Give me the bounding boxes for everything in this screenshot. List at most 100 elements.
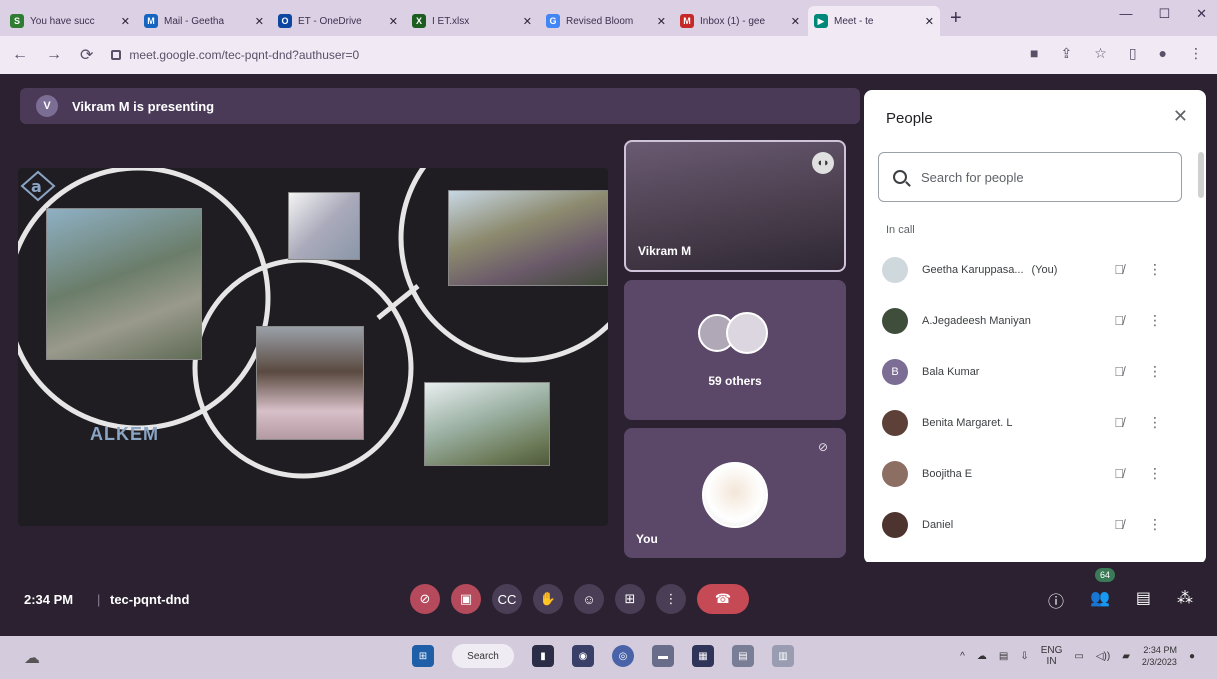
search-icon	[893, 170, 907, 184]
present-screen-button[interactable]: ⊞	[615, 584, 645, 614]
folder-icon[interactable]: ▬	[652, 645, 674, 667]
meet-stage: V Vikram M is presenting a ALKEM ◖◗ Vikr…	[0, 74, 1217, 636]
camera-icon[interactable]: ■	[1030, 45, 1038, 62]
chrome-icon[interactable]: ◎	[612, 645, 634, 667]
presenting-banner: V Vikram M is presenting	[20, 88, 860, 124]
participant-more-icon[interactable]: ⋮	[1148, 516, 1162, 533]
tab-label: Revised Bloom	[566, 15, 634, 27]
more-options-button[interactable]: ⋮	[656, 584, 686, 614]
language-indicator[interactable]: ENG IN	[1041, 645, 1063, 667]
svg-text:a: a	[31, 177, 42, 196]
close-icon[interactable]: ✕	[1173, 106, 1188, 127]
tab-close-icon[interactable]: ✕	[255, 15, 264, 28]
tray-app-icon[interactable]: ▤	[999, 651, 1008, 662]
meeting-code: tec-pqnt-dnd	[110, 592, 190, 607]
tab-close-icon[interactable]: ✕	[657, 15, 666, 28]
leave-call-button[interactable]: ☎	[697, 584, 749, 614]
others-tile[interactable]: 59 others	[624, 280, 846, 420]
people-icon[interactable]: 👥	[1090, 588, 1110, 612]
participant-more-icon[interactable]: ⋮	[1148, 363, 1162, 380]
tab-close-icon[interactable]: ✕	[925, 15, 934, 28]
camera-off-button[interactable]: ▣	[451, 584, 481, 614]
browser-tab-bar: S You have succ ✕ M Mail - Geetha ✕ O ET - OneD…	[0, 0, 1217, 36]
self-tile[interactable]: ⊘ You	[624, 428, 846, 558]
start-icon[interactable]: ⊞	[412, 645, 434, 667]
app-icon-2[interactable]: ▥	[772, 645, 794, 667]
mic-off-icon: 🎙̸	[1114, 364, 1124, 379]
taskbar-search[interactable]: Search	[452, 644, 514, 668]
people-scrollbar[interactable]	[1198, 152, 1204, 198]
captions-button[interactable]: CC	[492, 584, 522, 614]
participant-row[interactable]: A.Jegadeesh Maniyan 🎙̸ ⋮	[864, 295, 1206, 346]
tab-close-icon[interactable]: ✕	[121, 15, 130, 28]
browser-tab[interactable]: M Mail - Geetha ✕	[138, 6, 270, 36]
bookmark-star-icon[interactable]: ☆	[1094, 45, 1107, 62]
info-icon[interactable]: ⓘ	[1048, 588, 1064, 612]
battery-icon[interactable]: ▰	[1122, 651, 1130, 662]
people-panel-title: People	[886, 110, 933, 127]
widgets-icon[interactable]: ☁	[24, 648, 40, 668]
speaking-indicator-icon: ◖◗	[812, 152, 834, 174]
participant-row[interactable]: Daniel 🎙̸ ⋮	[864, 499, 1206, 550]
meeting-control-bar: 2:34 PM | tec-pqnt-dnd ⊘ ▣ CC ✋ ☺ ⊞ ⋮ ☎ …	[0, 562, 1217, 636]
raise-hand-button[interactable]: ✋	[533, 584, 563, 614]
mic-off-button[interactable]: ⊘	[410, 584, 440, 614]
reload-icon[interactable]: ⟳	[80, 45, 93, 65]
system-time: 2:34 PM	[1143, 645, 1177, 655]
chat-icon[interactable]: ▤	[1136, 588, 1151, 612]
address-bar: ← → ⟳ meet.google.com/tec-pqnt-dnd?authu…	[0, 36, 1217, 74]
participant-row[interactable]: Geetha Karuppasa... (You) 🎙̸ ⋮	[864, 244, 1206, 295]
tab-close-icon[interactable]: ✕	[389, 15, 398, 28]
tab-close-icon[interactable]: ✕	[791, 15, 800, 28]
app-icon-1[interactable]: ▤	[732, 645, 754, 667]
meeting-controls: ⊘ ▣ CC ✋ ☺ ⊞ ⋮ ☎	[410, 584, 749, 614]
participant-name: Geetha Karuppasa...	[922, 263, 1024, 276]
participant-row[interactable]: Benita Margaret. L 🎙̸ ⋮	[864, 397, 1206, 448]
browser-tab[interactable]: O ET - OneDrive ✕	[272, 6, 404, 36]
browser-tab[interactable]: G Revised Bloom ✕	[540, 6, 672, 36]
tray-overflow-icon[interactable]: ^	[960, 651, 965, 662]
search-people-input[interactable]: Search for people	[878, 152, 1182, 202]
activities-icon[interactable]: ⁂	[1177, 588, 1193, 612]
back-icon[interactable]: ←	[12, 46, 28, 64]
network-icon[interactable]: ▭	[1074, 651, 1083, 662]
minimize-icon[interactable]: —	[1119, 6, 1132, 22]
emoji-reaction-button[interactable]: ☺	[574, 584, 604, 614]
participant-avatar	[882, 256, 908, 283]
maximize-icon[interactable]: ☐	[1158, 6, 1170, 22]
menu-kebab-icon[interactable]: ⋮	[1189, 45, 1203, 62]
chat-app-icon[interactable]: ◉	[572, 645, 594, 667]
browser-tab[interactable]: X I ET.xlsx ✕	[406, 6, 538, 36]
volume-icon[interactable]: ◁))	[1096, 651, 1110, 662]
tab-label: Mail - Geetha	[164, 15, 225, 27]
file-explorer-icon[interactable]: ▮	[532, 645, 554, 667]
participant-more-icon[interactable]: ⋮	[1148, 312, 1162, 329]
new-tab-button[interactable]: +	[950, 7, 962, 30]
notification-icon[interactable]: ●	[1189, 651, 1195, 662]
participant-row[interactable]: B Bala Kumar 🎙̸ ⋮	[864, 346, 1206, 397]
tab-close-icon[interactable]: ✕	[523, 15, 532, 28]
system-clock[interactable]: 2:34 PM 2/3/2023	[1142, 644, 1177, 668]
tab-label: I ET.xlsx	[432, 15, 470, 27]
sidepanel-icon[interactable]: ▯	[1129, 45, 1137, 62]
browser-tab[interactable]: M Inbox (1) - gee ✕	[674, 6, 806, 36]
cloud-icon[interactable]: ☁	[977, 651, 987, 662]
speaker-tile[interactable]: ◖◗ Vikram M	[624, 140, 846, 272]
store-icon[interactable]: ▦	[692, 645, 714, 667]
close-window-icon[interactable]: ✕	[1196, 6, 1207, 22]
participant-more-icon[interactable]: ⋮	[1148, 261, 1162, 278]
url-field[interactable]: meet.google.com/tec-pqnt-dnd?authuser=0	[111, 48, 359, 62]
tab-label: Inbox (1) - gee	[700, 15, 766, 27]
usb-icon[interactable]: ⇩	[1020, 651, 1028, 662]
participant-more-icon[interactable]: ⋮	[1148, 414, 1162, 431]
forward-icon[interactable]: →	[46, 46, 62, 64]
browser-tab[interactable]: S You have succ ✕	[4, 6, 136, 36]
participant-more-icon[interactable]: ⋮	[1148, 465, 1162, 482]
participant-row[interactable]: Boojitha E 🎙̸ ⋮	[864, 448, 1206, 499]
browser-tab[interactable]: ▶ Meet - te ✕	[808, 6, 940, 36]
share-icon[interactable]: ⇪	[1061, 45, 1073, 62]
profile-icon[interactable]: ●	[1159, 45, 1167, 62]
participant-avatar	[882, 460, 908, 487]
participant-avatar: B	[882, 358, 908, 385]
participant-avatar	[882, 409, 908, 436]
